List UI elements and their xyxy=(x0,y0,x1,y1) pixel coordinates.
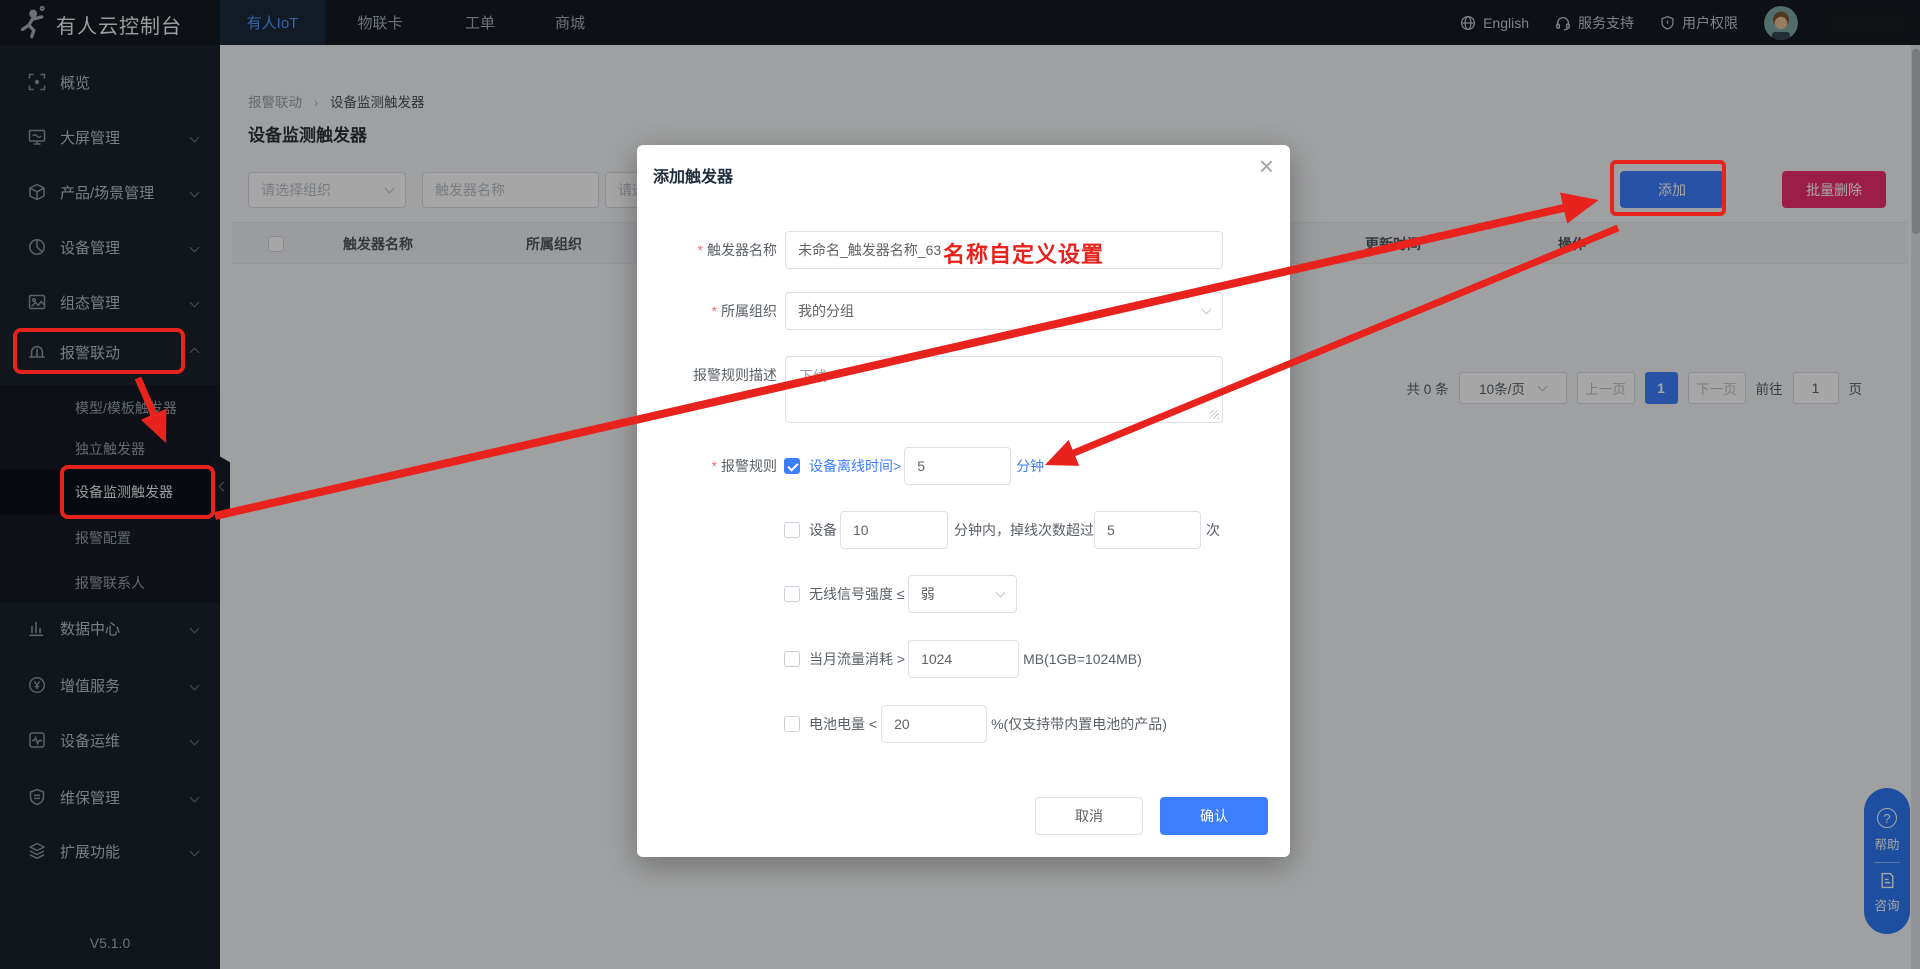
chevron-down-icon xyxy=(995,588,1005,598)
rule-monthly-traffic: 当月流量消耗 > MB(1GB=1024MB) xyxy=(784,640,1142,678)
rule-drop-count: 设备 分钟内，掉线次数超过 次 xyxy=(784,511,1220,549)
add-trigger-modal: 添加触发器 × *触发器名称 *所属组织 我的分组 报警规则描述 下线 *报警规… xyxy=(637,145,1290,857)
traffic-mb-input[interactable] xyxy=(908,640,1019,678)
drop-count-input[interactable] xyxy=(1094,511,1201,549)
rule-offline-time: 设备离线时间> 分钟 xyxy=(784,447,1044,485)
field-alarm-rules: *报警规则 xyxy=(637,447,777,485)
drop-rule-checkbox[interactable] xyxy=(784,522,800,538)
rule-signal-strength: 无线信号强度 ≤ 弱 xyxy=(784,575,1017,613)
signal-strength-select[interactable]: 弱 xyxy=(908,575,1017,613)
trigger-name-input[interactable] xyxy=(785,231,1223,269)
rule-battery-level: 电池电量 < %(仅支持带内置电池的产品) xyxy=(784,705,1167,743)
drop-window-minutes-input[interactable] xyxy=(840,511,948,549)
field-trigger-name: *触发器名称 xyxy=(637,231,1223,269)
required-asterisk: * xyxy=(712,458,717,474)
resize-grip-icon[interactable] xyxy=(1210,410,1219,419)
offline-rule-checkbox[interactable] xyxy=(784,458,800,474)
cancel-button[interactable]: 取消 xyxy=(1035,797,1143,835)
required-asterisk: * xyxy=(698,242,703,258)
confirm-button[interactable]: 确认 xyxy=(1160,797,1268,835)
signal-rule-checkbox[interactable] xyxy=(784,586,800,602)
modal-title: 添加触发器 xyxy=(653,163,733,187)
rule-description-textarea[interactable]: 下线 xyxy=(785,356,1223,423)
battery-percent-input[interactable] xyxy=(881,705,987,743)
required-asterisk: * xyxy=(712,303,717,319)
organization-select[interactable]: 我的分组 xyxy=(785,292,1223,330)
close-icon[interactable]: × xyxy=(1259,153,1274,179)
offline-unit-label: 分钟 xyxy=(1016,456,1044,476)
offline-minutes-input[interactable] xyxy=(904,447,1011,485)
field-rule-description: 报警规则描述 下线 xyxy=(637,356,1223,423)
traffic-rule-checkbox[interactable] xyxy=(784,651,800,667)
field-organization: *所属组织 我的分组 xyxy=(637,292,1223,330)
chevron-down-icon xyxy=(1202,305,1212,315)
battery-rule-checkbox[interactable] xyxy=(784,716,800,732)
offline-rule-label: 设备离线时间> xyxy=(809,456,901,476)
